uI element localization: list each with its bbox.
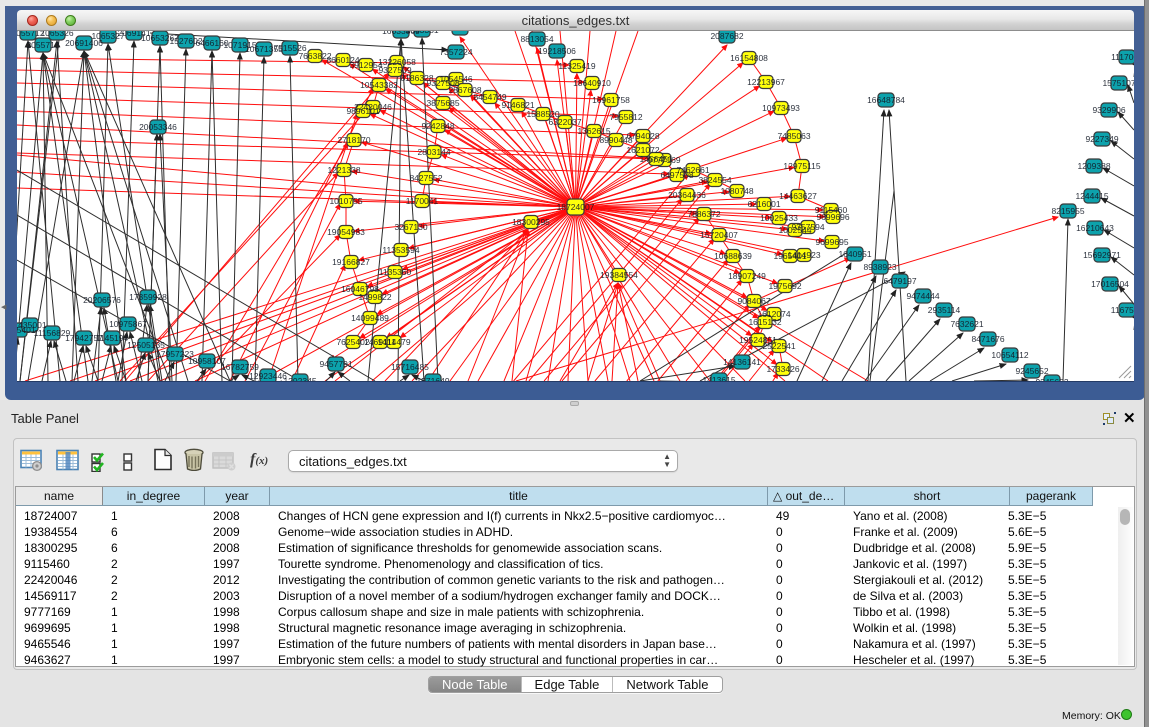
svg-text:1002544: 1002544 xyxy=(778,225,811,235)
svg-text:10025433: 10025433 xyxy=(760,213,798,223)
svg-text:10543382: 10543382 xyxy=(360,80,398,90)
svg-text:1167531: 1167531 xyxy=(1111,305,1134,315)
svg-text:1965401: 1965401 xyxy=(773,251,806,261)
svg-text:14136141: 14136141 xyxy=(723,357,761,367)
svg-text:2087682: 2087682 xyxy=(710,31,743,41)
svg-text:7462661: 7462661 xyxy=(676,165,709,175)
svg-text:8471676: 8471676 xyxy=(971,334,1004,344)
svg-text:6479197: 6479197 xyxy=(883,276,916,286)
svg-text:16961758: 16961758 xyxy=(592,95,630,105)
svg-text:1080748: 1080748 xyxy=(720,186,753,196)
svg-text:7357225: 7357225 xyxy=(443,31,476,33)
svg-text:2522541: 2522541 xyxy=(762,341,795,351)
svg-text:1010755: 1010755 xyxy=(329,196,362,206)
svg-text:9474444: 9474444 xyxy=(906,291,939,301)
svg-text:12975115: 12975115 xyxy=(783,161,820,171)
svg-text:17359928: 17359928 xyxy=(129,292,167,302)
svg-text:10975867: 10975867 xyxy=(109,319,147,329)
svg-text:2803144: 2803144 xyxy=(417,147,450,157)
svg-text:12213967: 12213967 xyxy=(747,77,785,87)
svg-text:19384554: 19384554 xyxy=(600,270,638,280)
svg-text:1469111: 1469111 xyxy=(364,337,396,347)
svg-text:3875685: 3875685 xyxy=(426,98,459,108)
svg-text:16154808: 16154808 xyxy=(730,53,768,63)
svg-text:6794028: 6794028 xyxy=(626,131,659,141)
svg-text:11325419: 11325419 xyxy=(558,61,595,71)
svg-text:8813054: 8813054 xyxy=(520,34,553,44)
svg-text:15720407: 15720407 xyxy=(700,230,738,240)
svg-text:7485063: 7485063 xyxy=(777,131,810,141)
svg-text:1117001: 1117001 xyxy=(1111,52,1134,62)
svg-text:19166827: 19166827 xyxy=(332,257,370,267)
svg-text:7955812: 7955812 xyxy=(609,112,642,122)
svg-text:10688639: 10688639 xyxy=(714,251,752,261)
svg-text:9242848: 9242848 xyxy=(421,121,454,131)
svg-text:1575107: 1575107 xyxy=(1102,78,1134,88)
svg-text:1975692: 1975692 xyxy=(768,281,801,291)
svg-text:18907249: 18907249 xyxy=(728,271,766,281)
svg-text:1209388: 1209388 xyxy=(1077,161,1110,171)
svg-text:14463627: 14463627 xyxy=(779,191,817,201)
svg-text:1170041: 1170041 xyxy=(406,196,439,206)
svg-text:15716485: 15716485 xyxy=(391,362,429,372)
svg-text:9227349: 9227349 xyxy=(1085,134,1118,144)
svg-text:16648784: 16648784 xyxy=(867,95,905,105)
svg-text:9329906: 9329906 xyxy=(1092,105,1125,115)
svg-text:1221338: 1221338 xyxy=(327,165,360,175)
svg-text:10973493: 10973493 xyxy=(762,103,800,113)
svg-text:7886372: 7886372 xyxy=(687,209,720,219)
svg-text:2055713: 2055713 xyxy=(26,40,59,50)
svg-text:16210643: 16210643 xyxy=(1076,223,1114,233)
svg-text:20364436: 20364436 xyxy=(668,190,706,200)
svg-text:15692971: 15692971 xyxy=(1083,250,1121,260)
svg-text:9457791: 9457791 xyxy=(319,359,352,369)
svg-text:1640951: 1640951 xyxy=(838,249,871,259)
svg-text:1499822: 1499822 xyxy=(358,292,391,302)
svg-text:8215955: 8215955 xyxy=(1051,206,1084,216)
svg-text:1456451: 1456451 xyxy=(639,154,672,164)
svg-text:1145194: 1145194 xyxy=(96,333,129,343)
svg-text:18724007: 18724007 xyxy=(557,202,595,212)
svg-text:1733426: 1733426 xyxy=(766,364,799,374)
svg-text:9084067: 9084067 xyxy=(737,296,770,306)
svg-text:9699696: 9699696 xyxy=(816,212,849,222)
svg-text:9896101: 9896101 xyxy=(346,106,379,116)
svg-text:6216001: 6216001 xyxy=(747,199,780,209)
svg-text:17016504: 17016504 xyxy=(1091,279,1129,289)
svg-text:2718170: 2718170 xyxy=(337,135,370,145)
svg-text:9699695: 9699695 xyxy=(815,237,848,247)
svg-text:7357224: 7357224 xyxy=(439,47,472,57)
svg-text:9245652: 9245652 xyxy=(1015,366,1048,376)
svg-text:2935114: 2935114 xyxy=(928,305,961,315)
svg-text:11353594: 11353594 xyxy=(382,245,419,255)
svg-text:3267130: 3267130 xyxy=(394,222,427,232)
svg-text:1065326: 1065326 xyxy=(40,31,73,38)
svg-text:18640910: 18640910 xyxy=(573,78,611,88)
svg-text:1054546: 1054546 xyxy=(439,74,472,84)
svg-text:7632621: 7632621 xyxy=(950,319,983,329)
svg-text:20053346: 20053346 xyxy=(139,122,177,132)
svg-text:3824554: 3824554 xyxy=(698,175,731,185)
svg-text:1135360: 1135360 xyxy=(379,267,412,277)
svg-text:1603381: 1603381 xyxy=(405,31,438,35)
svg-text:20206576: 20206576 xyxy=(83,295,121,305)
svg-text:18300295: 18300295 xyxy=(512,217,550,227)
svg-text:19054983: 19054983 xyxy=(327,227,365,237)
svg-text:12923446: 12923446 xyxy=(249,371,287,381)
svg-text:14099489: 14099489 xyxy=(351,313,389,323)
svg-text:8427552: 8427552 xyxy=(409,173,442,183)
svg-text:1244415: 1244415 xyxy=(1075,191,1108,201)
svg-text:1615132: 1615132 xyxy=(748,317,781,327)
svg-text:8938923: 8938923 xyxy=(863,262,896,272)
svg-text:19218506: 19218506 xyxy=(538,46,576,56)
svg-text:10654112: 10654112 xyxy=(991,350,1028,360)
